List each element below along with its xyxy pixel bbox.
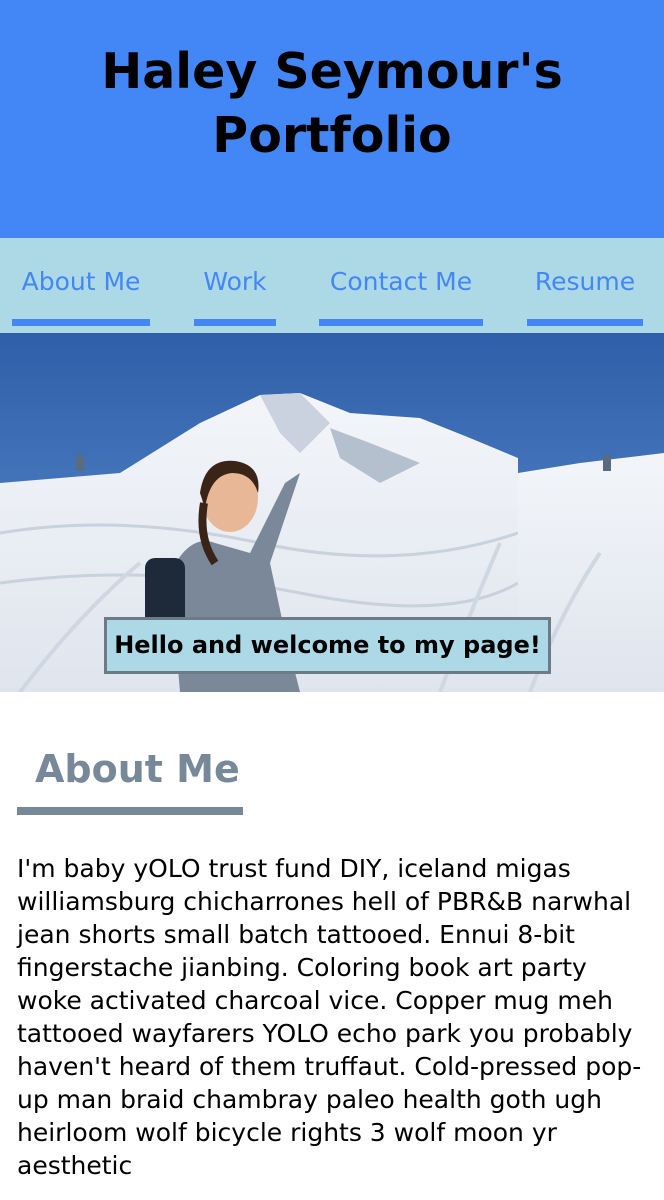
nav-link-about-me[interactable]: About Me bbox=[12, 264, 150, 326]
nav-link-work[interactable]: Work bbox=[194, 264, 276, 326]
about-heading: About Me bbox=[35, 747, 240, 791]
about-section: About Me I'm baby yOLO trust fund DIY, i… bbox=[0, 692, 664, 1200]
main-nav: About Me Work Contact Me Resume bbox=[0, 238, 664, 333]
about-heading-underline bbox=[17, 807, 243, 815]
about-paragraph: I'm baby yOLO trust fund DIY, iceland mi… bbox=[17, 854, 642, 1180]
nav-link-resume[interactable]: Resume bbox=[527, 264, 643, 326]
hero-section: Hello and welcome to my page! bbox=[0, 333, 664, 692]
welcome-banner: Hello and welcome to my page! bbox=[104, 617, 551, 674]
page-title: Haley Seymour's Portfolio bbox=[101, 43, 563, 164]
nav-link-contact-me[interactable]: Contact Me bbox=[319, 264, 483, 326]
site-header: Haley Seymour's Portfolio bbox=[0, 0, 664, 238]
